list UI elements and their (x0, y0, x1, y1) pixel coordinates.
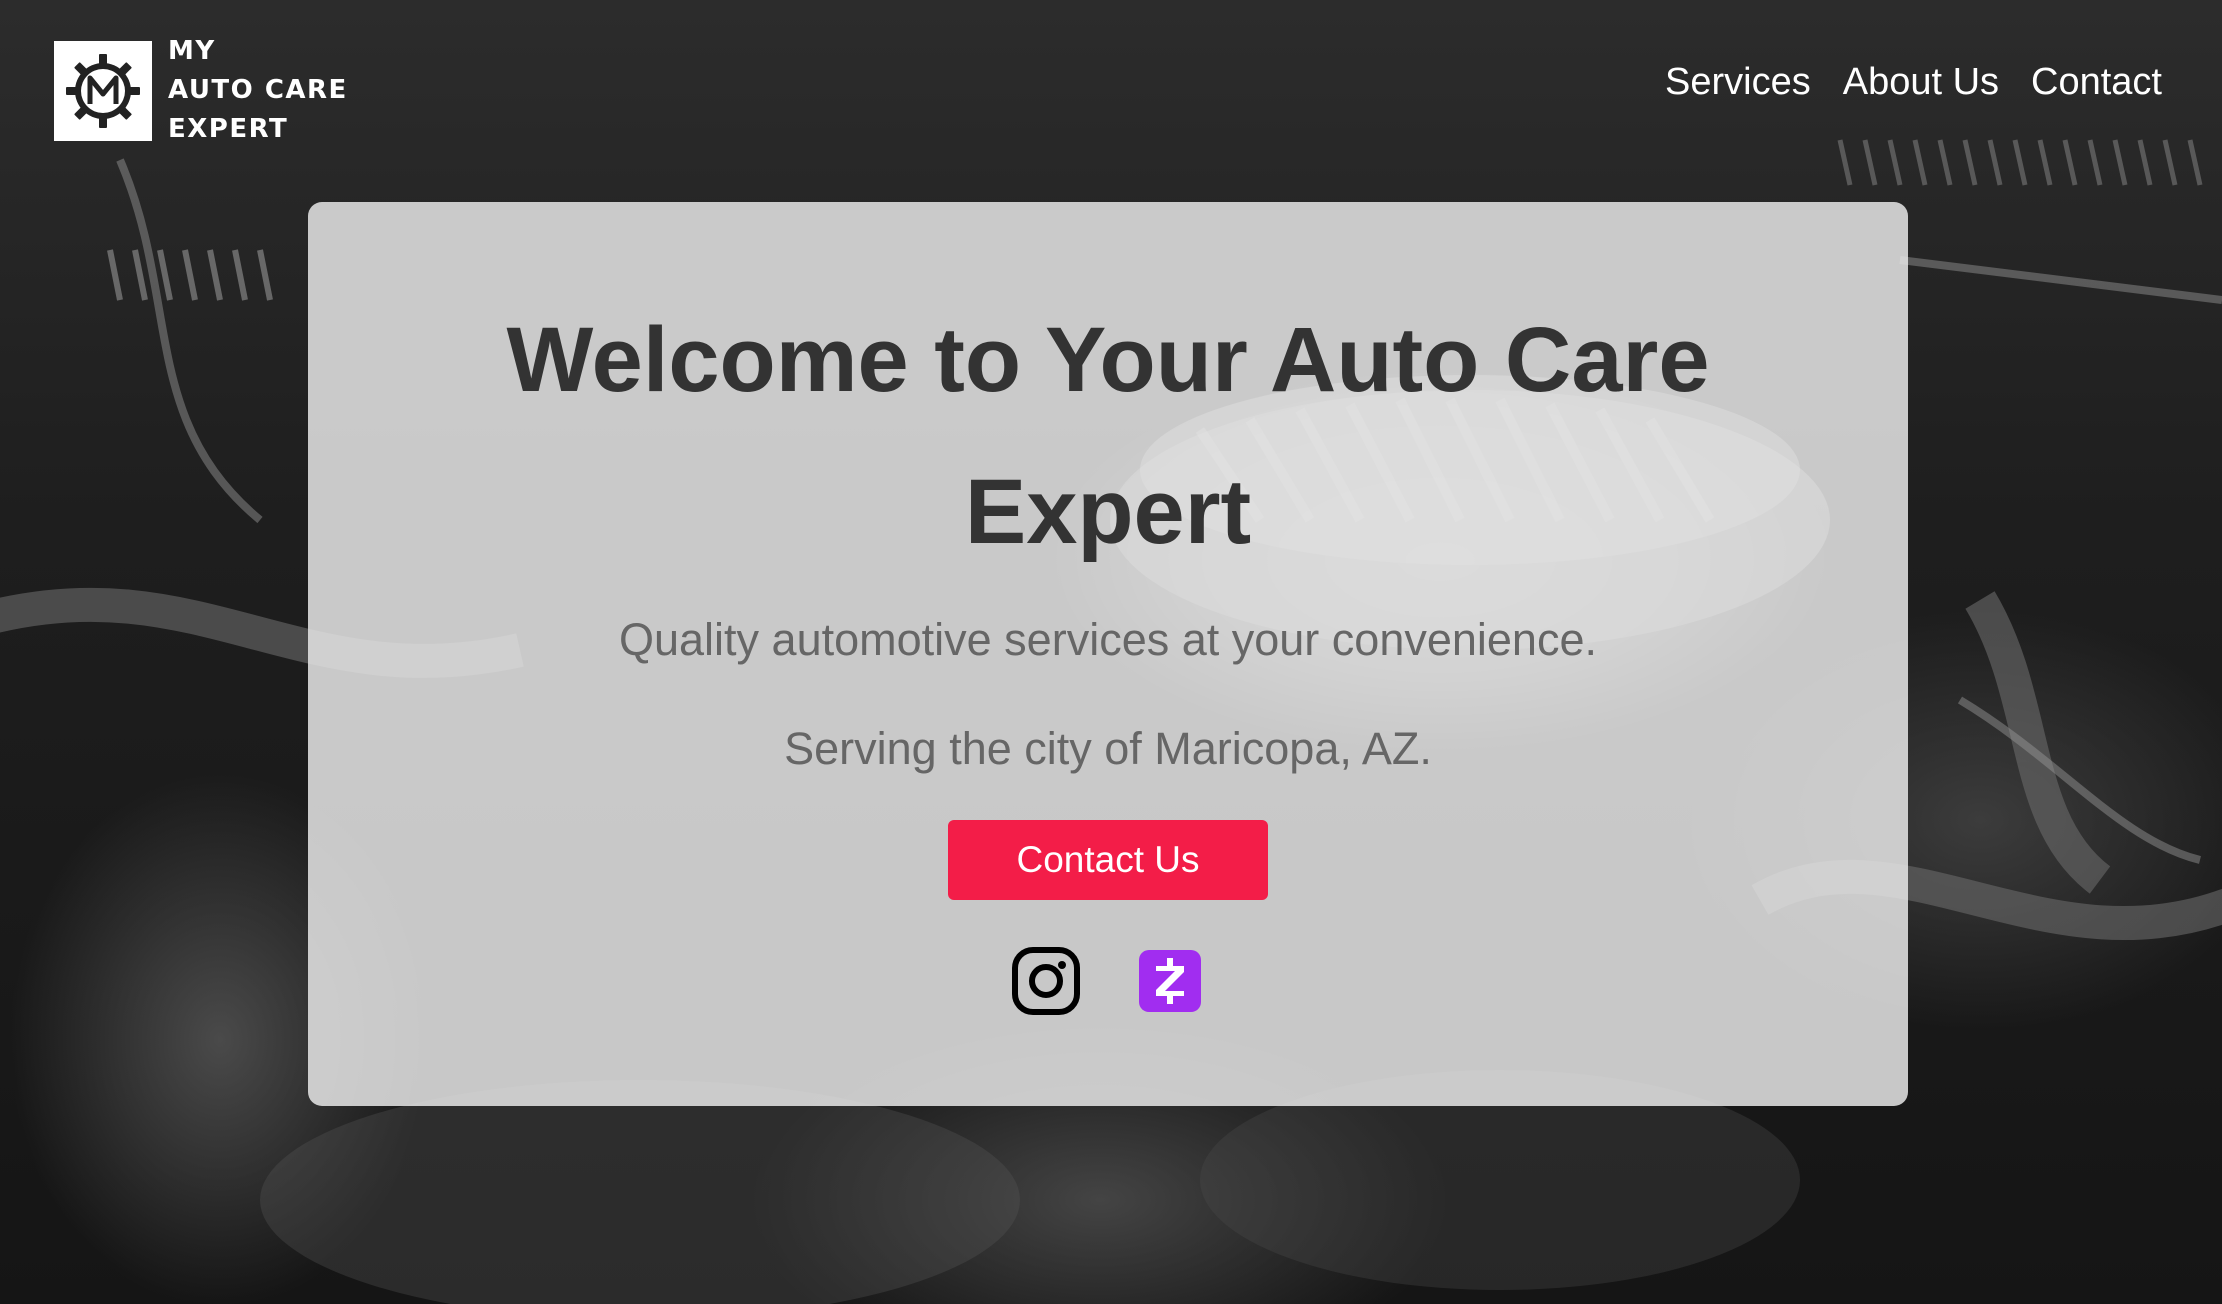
zelle-icon (1139, 949, 1201, 1017)
instagram-link[interactable] (1009, 946, 1083, 1020)
instagram-icon (1010, 945, 1082, 1022)
social-links (308, 946, 1908, 1020)
brand-name: MY AUTO CARE EXPERT (168, 32, 348, 149)
brand-name-line-3: EXPERT (168, 114, 289, 144)
site-header: MY AUTO CARE EXPERT Services About Us Co… (0, 0, 2222, 166)
hero-card: Welcome to Your Auto Care Expert Quality… (308, 202, 1908, 1106)
service-area-text: Serving the city of Maricopa, AZ. (784, 723, 1432, 774)
zelle-link[interactable] (1133, 946, 1207, 1020)
brand-name-line-2: AUTO CARE (168, 75, 348, 105)
brand-name-line-1: MY (168, 36, 216, 66)
nav-link-contact[interactable]: Contact (2031, 54, 2162, 110)
hero-heading: Welcome to Your Auto Care Expert (506, 309, 1710, 563)
brand-logo-link[interactable]: MY AUTO CARE EXPERT (54, 32, 348, 149)
contact-us-button[interactable]: Contact Us (948, 820, 1268, 900)
nav-link-about-us[interactable]: About Us (1843, 54, 1999, 110)
gear-m-logo-icon (54, 40, 152, 141)
nav-link-services[interactable]: Services (1665, 54, 1811, 110)
main-nav: Services About Us Contact (1665, 54, 2162, 110)
hero-tagline: Quality automotive services at your conv… (619, 614, 1597, 665)
